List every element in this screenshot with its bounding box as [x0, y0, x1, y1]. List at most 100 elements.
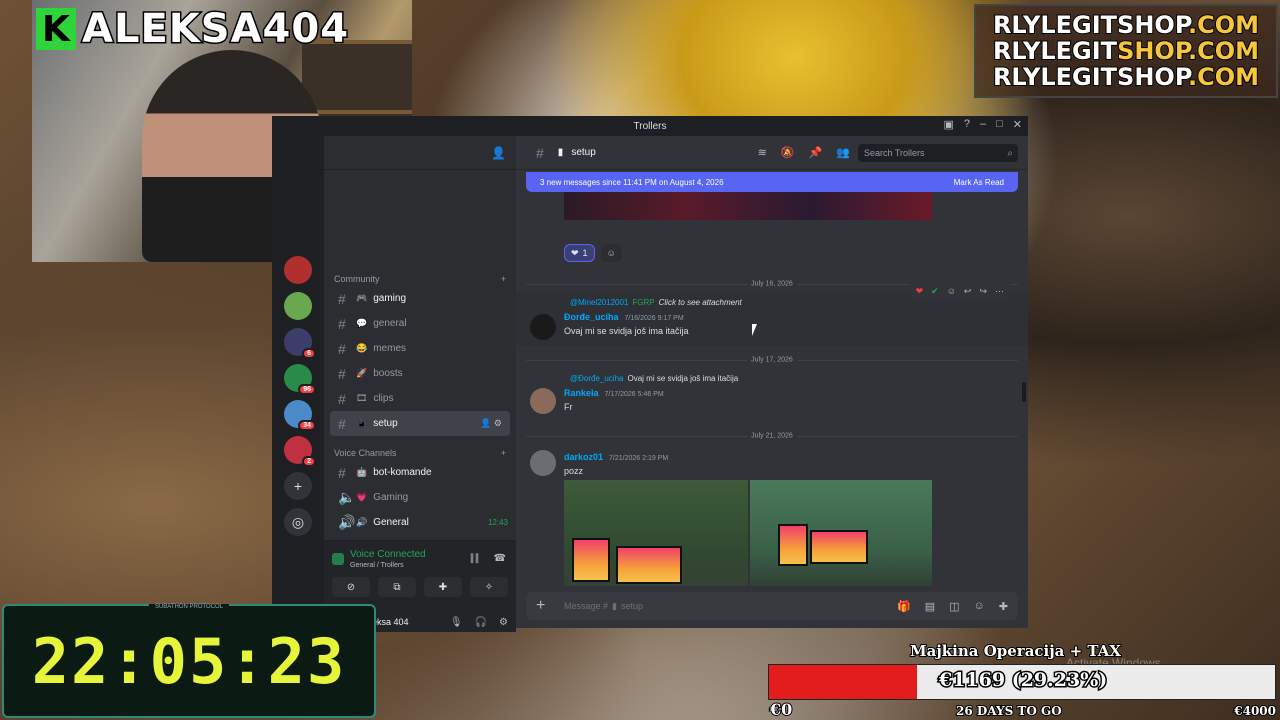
shop-ad-overlay: RLYLEGITSHOP.COM RLYLEGITSHOP.COM RLYLEG… [974, 4, 1278, 98]
gift-icon[interactable]: 🎁 [897, 600, 911, 613]
message[interactable]: @Đorđe_uciha Ovaj mi se svidja još ima i… [516, 370, 1028, 420]
voice-channel-gaming[interactable]: 🔈 💗 Gaming [324, 485, 516, 510]
close-button[interactable]: ✕ [1013, 118, 1022, 131]
channel-title: setup [571, 147, 596, 158]
shop-line-3: RLYLEGITSHOP.COM [992, 63, 1260, 91]
minimize-button[interactable]: – [980, 118, 986, 131]
activities-button[interactable]: ✚ [424, 577, 462, 597]
message-header: Đorđe_uciha 7/16/2026 9:17 PM [564, 312, 684, 322]
message-hover-toolbar: ❤ ✔ ☺ ↩ ↪ ⋯ [909, 282, 1010, 300]
camera-button[interactable]: ⊘ [332, 577, 370, 597]
member-list-icon[interactable]: 👥 [836, 146, 850, 159]
user-controls: 🎙 🎧 ⚙ [450, 617, 508, 628]
emoji-picker-icon[interactable]: ☺ [974, 600, 985, 613]
mouse-cursor-icon [752, 324, 757, 336]
emoji-icon[interactable]: ☺ [947, 286, 956, 296]
inbox-icon[interactable]: ▣ [943, 118, 953, 131]
streamer-badge: K [36, 8, 76, 50]
search-icon: ⌕ [1007, 147, 1013, 159]
headphones-icon[interactable]: 🎧 [475, 617, 487, 628]
category-voice[interactable]: Voice Channels + [324, 446, 516, 460]
disconnect-icon[interactable]: ☎ [494, 553, 506, 564]
donation-goal-bar: €1169 (29.23%) [768, 664, 1276, 700]
server-icon[interactable] [284, 256, 312, 284]
signal-icon[interactable] [332, 553, 344, 565]
add-server-button[interactable]: + [284, 472, 312, 500]
timer-value: 22:05:23 [31, 624, 347, 698]
mic-icon[interactable]: 🎙 [450, 617, 463, 628]
mark-as-read-button[interactable]: Mark As Read [954, 178, 1004, 187]
search-input[interactable]: Search Trollers ⌕ [858, 144, 1018, 162]
streamer-name-overlay: K ALEKSA404 [36, 5, 350, 54]
forward-icon[interactable]: ↪ [979, 286, 987, 297]
hash-icon: # [338, 415, 346, 432]
hash-icon: # [338, 390, 346, 407]
reply-icon[interactable]: ↩ [964, 286, 972, 297]
chat-area: # ▮ setup ≋ 🔕 📌 👥 Search Trollers ⌕ 3 ne… [516, 136, 1028, 628]
goal-min: €0 [769, 699, 793, 720]
channel-type-icon: ▮ [612, 600, 617, 611]
channel-gaming[interactable]: # 🎮 gaming [324, 286, 516, 311]
window-controls: ▣ ? – □ ✕ [943, 118, 1022, 131]
message-header: Rankela 7/17/2026 5:46 PM [564, 388, 664, 398]
monitor-shape [778, 524, 808, 566]
channel-general[interactable]: # 💬 general [324, 311, 516, 336]
voice-channel-general[interactable]: 🔊 🔊 General 12:43 [324, 510, 516, 535]
server-icon[interactable]: 6 [284, 328, 316, 359]
channel-bot-komande[interactable]: # 🤖 bot-komande [324, 460, 516, 485]
scrollbar[interactable] [1022, 382, 1026, 402]
channel-memes[interactable]: # 😂 memes [324, 336, 516, 361]
avatar[interactable] [530, 388, 556, 414]
subathon-timer: SUBATHON PROTOCOL 22:05:23 [2, 604, 376, 718]
message-text: pozz [564, 466, 584, 476]
add-channel-icon[interactable]: + [501, 448, 506, 458]
gif-icon[interactable]: ▤ [925, 600, 935, 613]
message-input[interactable]: + Message # ▮ setup 🎁 ▤ ◫ ☺ ✚ [526, 592, 1018, 620]
sticker-icon[interactable]: ◫ [949, 600, 959, 613]
server-icon[interactable]: 34 [284, 400, 316, 431]
server-icon[interactable]: 96 [284, 364, 316, 395]
hash-icon: # [338, 290, 346, 307]
attachment-image[interactable] [750, 480, 932, 586]
reply-preview[interactable]: @Đorđe_uciha Ovaj mi se svidja još ima i… [570, 374, 738, 383]
attachment-image[interactable] [564, 192, 932, 220]
reply-preview[interactable]: @Minel2012001 FGRP Click to see attachme… [570, 298, 742, 307]
upload-plus-icon[interactable]: + [536, 597, 545, 615]
settings-gear-icon[interactable]: ⚙ [499, 617, 508, 628]
check-react-icon[interactable]: ✔ [931, 286, 939, 297]
threads-icon[interactable]: ≋ [758, 146, 767, 159]
apps-icon[interactable]: ✚ [999, 600, 1008, 613]
more-icon[interactable]: ⋯ [995, 286, 1004, 297]
add-reaction-button[interactable]: ☺ [600, 244, 622, 262]
server-icon[interactable]: 2 [284, 436, 316, 467]
new-messages-bar[interactable]: 3 new messages since 11:41 PM on August … [526, 172, 1018, 192]
server-list: 6 96 34 2 + ◎ [272, 136, 324, 628]
maximize-button[interactable]: □ [996, 118, 1003, 131]
noise-suppression-icon[interactable]: ∥∥ [470, 553, 480, 564]
heart-react-icon[interactable]: ❤ [916, 286, 924, 297]
channel-settings-icon[interactable]: 👤 ⚙ [480, 418, 502, 429]
channel-boosts[interactable]: # 🚀 boosts [324, 361, 516, 386]
screen-share-button[interactable]: ⧉ [378, 577, 416, 597]
avatar[interactable] [530, 314, 556, 340]
message-list: ❤ 1 ☺ July 16, 2026 ❤ ✔ ☺ ↩ ↪ ⋯ @Minel201… [516, 192, 1028, 586]
add-channel-icon[interactable]: + [501, 274, 506, 284]
pin-icon[interactable]: 📌 [809, 146, 823, 159]
channel-clips[interactable]: # 🎞 clips [324, 386, 516, 411]
category-community[interactable]: Community + [324, 272, 516, 286]
invite-icon[interactable]: 👤 [491, 146, 506, 160]
server-header[interactable]: 👤 [324, 136, 516, 170]
voice-buttons: ⊘ ⧉ ✚ ✧ [324, 569, 516, 597]
reaction-heart[interactable]: ❤ 1 [564, 244, 595, 262]
channel-setup[interactable]: # 📱 setup 👤 ⚙ [330, 411, 510, 436]
server-icon[interactable] [284, 292, 312, 320]
channel-sidebar: 👤 Community + # 🎮 gaming # 💬 general # 😂 memes … [324, 136, 516, 632]
message[interactable]: darkoz01 7/21/2026 2:19 PM pozz [516, 448, 1028, 586]
attachment-image[interactable] [564, 480, 748, 586]
help-icon[interactable]: ? [964, 118, 970, 131]
notification-bell-icon[interactable]: 🔕 [781, 146, 795, 159]
discover-icon[interactable]: ◎ [284, 508, 312, 536]
soundboard-button[interactable]: ✧ [470, 577, 508, 597]
avatar[interactable] [530, 450, 556, 476]
message[interactable]: ❤ ✔ ☺ ↩ ↪ ⋯ @Minel2012001 FGRP Click to … [516, 282, 1028, 346]
